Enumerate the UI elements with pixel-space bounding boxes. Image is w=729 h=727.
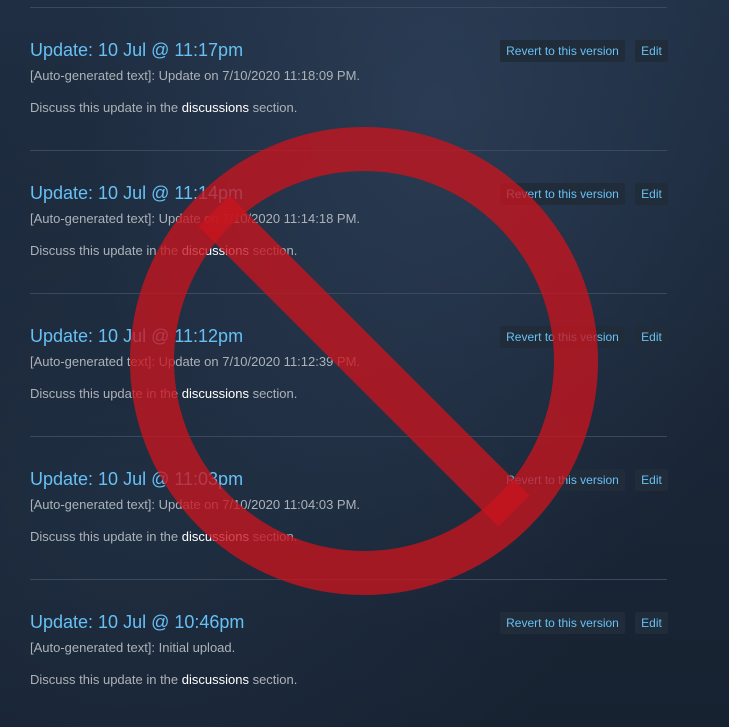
edit-button[interactable]: Edit (635, 40, 668, 62)
entry-divider (30, 436, 667, 437)
update-title: Update: 10 Jul @ 11:12pm (30, 326, 244, 346)
revert-to-version-button[interactable]: Revert to this version (500, 612, 625, 634)
edit-button[interactable]: Edit (635, 469, 668, 491)
discuss-line: Discuss this update in the discussions s… (30, 672, 297, 688)
discuss-prefix: Discuss this update in the (30, 672, 182, 687)
discuss-prefix: Discuss this update in the (30, 100, 182, 115)
discussions-link[interactable]: discussions (182, 243, 249, 258)
discussions-link[interactable]: discussions (182, 672, 249, 687)
update-description: [Auto-generated text]: Update on 7/10/20… (30, 68, 361, 83)
discussions-link[interactable]: discussions (182, 100, 249, 115)
changelog-entry: Update: 10 Jul @ 11:14pm Revert to this … (30, 150, 668, 293)
discussions-link[interactable]: discussions (182, 529, 249, 544)
update-title: Update: 10 Jul @ 11:17pm (30, 40, 244, 60)
revert-to-version-button[interactable]: Revert to this version (500, 40, 625, 62)
revert-to-version-button[interactable]: Revert to this version (500, 326, 625, 348)
discuss-line: Discuss this update in the discussions s… (30, 529, 297, 545)
discuss-line: Discuss this update in the discussions s… (30, 243, 297, 259)
discussions-link[interactable]: discussions (182, 386, 249, 401)
entry-divider (30, 7, 667, 8)
update-description: [Auto-generated text]: Update on 7/10/20… (30, 354, 361, 369)
discuss-suffix: section. (248, 672, 298, 687)
update-description: [Auto-generated text]: Update on 7/10/20… (30, 211, 361, 226)
discuss-prefix: Discuss this update in the (30, 386, 182, 401)
revert-to-version-button[interactable]: Revert to this version (500, 183, 625, 205)
update-title: Update: 10 Jul @ 11:03pm (30, 469, 244, 489)
discuss-suffix: section. (248, 529, 298, 544)
entry-divider (30, 150, 667, 151)
discuss-suffix: section. (248, 386, 298, 401)
update-title: Update: 10 Jul @ 11:14pm (30, 183, 244, 203)
edit-button[interactable]: Edit (635, 612, 668, 634)
discuss-prefix: Discuss this update in the (30, 243, 182, 258)
update-description: [Auto-generated text]: Update on 7/10/20… (30, 497, 361, 512)
changelog-entry: Update: 10 Jul @ 11:03pm Revert to this … (30, 436, 668, 579)
entry-divider (30, 293, 667, 294)
changelog-entry: Update: 10 Jul @ 10:46pm Revert to this … (30, 579, 668, 722)
discuss-suffix: section. (248, 243, 298, 258)
discuss-suffix: section. (248, 100, 298, 115)
revert-to-version-button[interactable]: Revert to this version (500, 469, 625, 491)
changelog-entry: Update: 10 Jul @ 11:17pm Revert to this … (30, 7, 668, 150)
edit-button[interactable]: Edit (635, 326, 668, 348)
entry-divider (30, 579, 667, 580)
edit-button[interactable]: Edit (635, 183, 668, 205)
update-title: Update: 10 Jul @ 10:46pm (30, 612, 245, 632)
discuss-prefix: Discuss this update in the (30, 529, 182, 544)
changelog-entry: Update: 10 Jul @ 11:12pm Revert to this … (30, 293, 668, 436)
discuss-line: Discuss this update in the discussions s… (30, 100, 297, 116)
update-description: [Auto-generated text]: Initial upload. (30, 640, 236, 655)
discuss-line: Discuss this update in the discussions s… (30, 386, 297, 402)
